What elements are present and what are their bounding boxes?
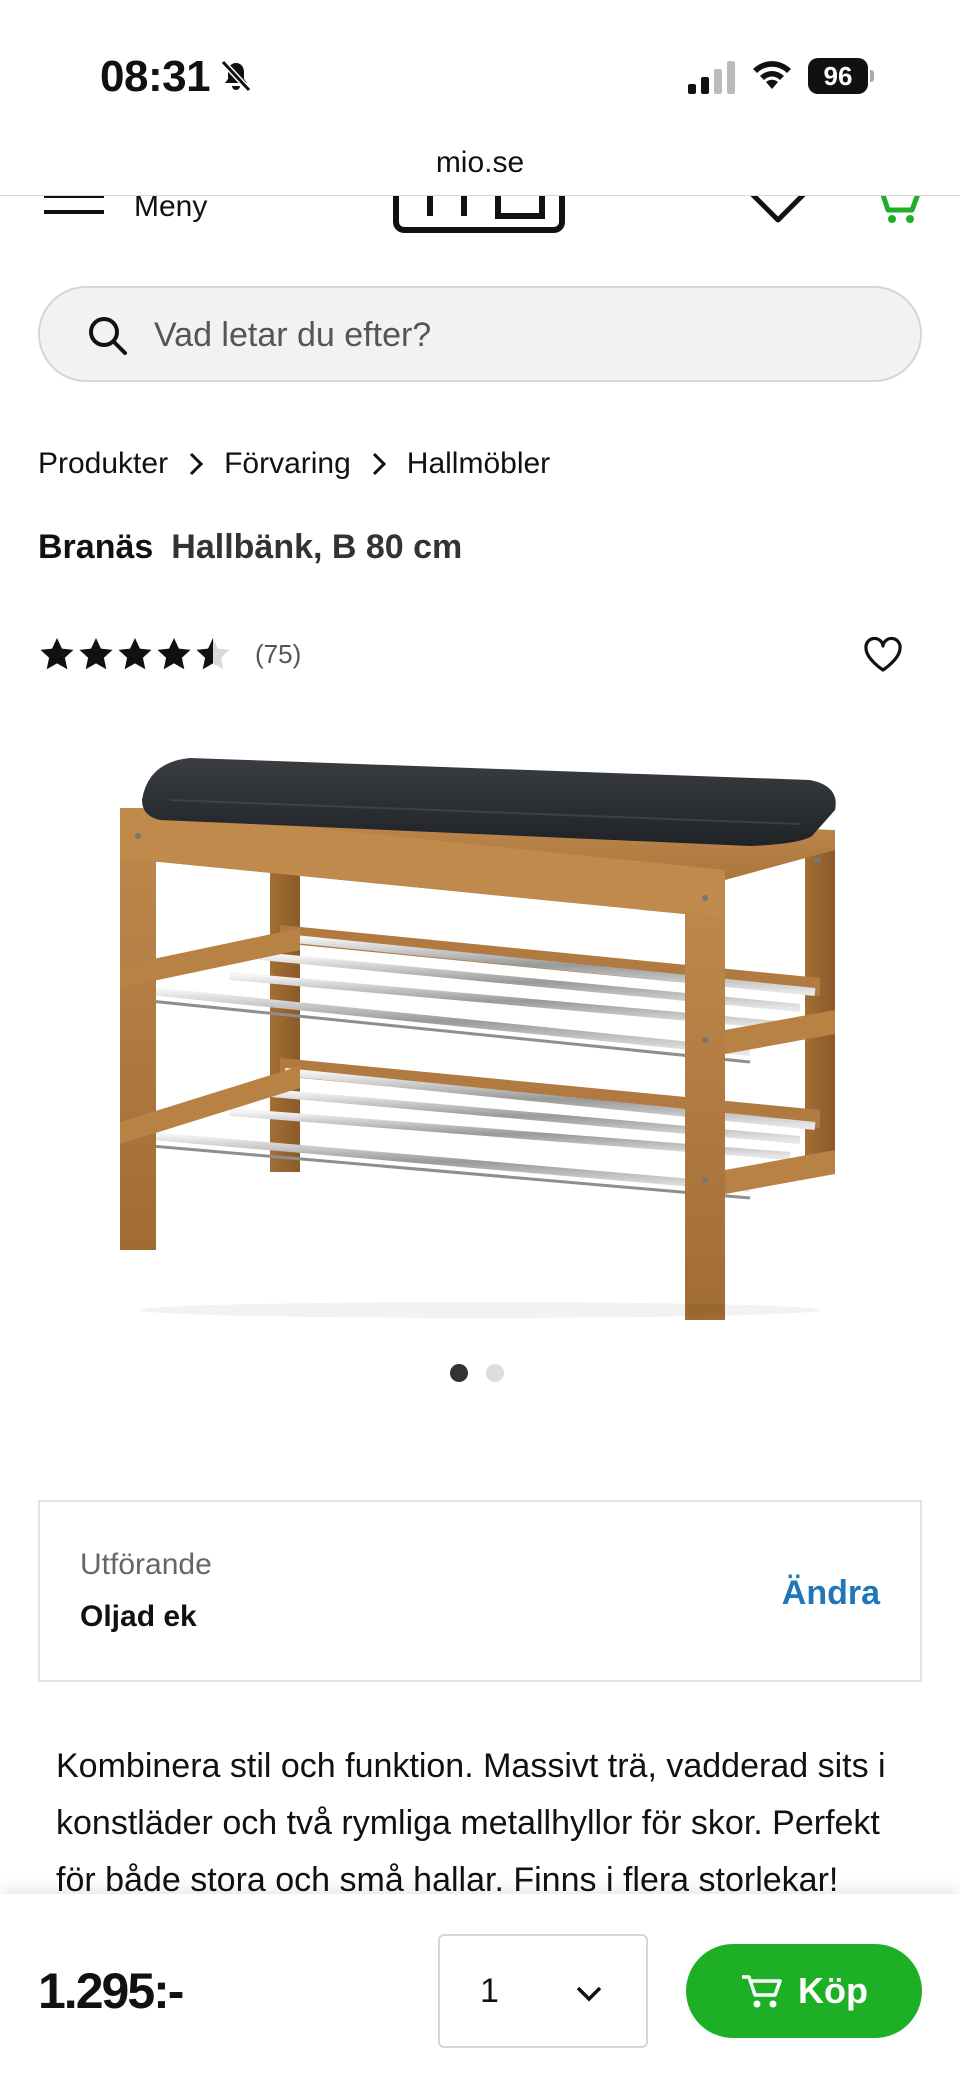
- variant-label: Utförande: [80, 1548, 212, 1581]
- product-brand: Branäs: [38, 528, 154, 566]
- image-carousel-dots: [450, 1364, 504, 1382]
- carousel-dot-1[interactable]: [450, 1364, 468, 1382]
- rating-stars: [38, 636, 233, 672]
- menu-label[interactable]: Meny: [134, 196, 207, 224]
- wifi-icon: [753, 61, 791, 89]
- cellular-signal-icon: [688, 61, 735, 94]
- review-count[interactable]: (75): [255, 639, 301, 670]
- quantity-value: 1: [480, 1972, 499, 2010]
- product-title: Branäs Hallbänk, B 80 cm: [38, 528, 462, 567]
- mio-logo[interactable]: [392, 196, 566, 236]
- cart-icon[interactable]: [872, 196, 922, 226]
- status-time: 08:31: [100, 52, 211, 101]
- carousel-dot-2[interactable]: [486, 1364, 504, 1382]
- cart-icon: [742, 1975, 782, 2008]
- product-description: Kombinera stil och funktion. Massivt trä…: [56, 1747, 886, 1899]
- variant-value: Oljad ek: [80, 1600, 197, 1633]
- breadcrumb-item-hallmobler[interactable]: Hallmöbler: [407, 447, 550, 481]
- quantity-select[interactable]: 1: [438, 1934, 648, 2048]
- star-icon: [79, 638, 113, 670]
- star-icon: [40, 638, 74, 670]
- favorites-heart-icon[interactable]: [748, 196, 808, 226]
- chevron-right-icon: [168, 450, 224, 478]
- product-price: 1.295:-: [38, 1963, 184, 2019]
- browser-url[interactable]: mio.se: [0, 146, 960, 180]
- site-header: Meny: [0, 196, 960, 256]
- breadcrumb-item-forvaring[interactable]: Förvaring: [224, 447, 351, 481]
- search-input[interactable]: [154, 308, 854, 362]
- search-bar[interactable]: [38, 286, 922, 382]
- search-icon: [89, 317, 127, 355]
- breadcrumb-item-produkter[interactable]: Produkter: [38, 447, 168, 481]
- buy-button[interactable]: Köp: [686, 1944, 922, 2038]
- star-icon: [157, 638, 191, 670]
- chevron-right-icon: [351, 450, 407, 478]
- battery-icon: 96: [808, 58, 874, 94]
- wishlist-heart-icon[interactable]: [862, 636, 904, 674]
- change-variant-button[interactable]: Ändra: [782, 1574, 880, 1613]
- buy-bar: 1.295:- 1 Köp: [0, 1894, 960, 2087]
- product-rating[interactable]: (75): [38, 636, 301, 672]
- product-name: Hallbänk, B 80 cm: [171, 528, 463, 566]
- status-bar: 08:31 96 mio.se: [0, 0, 960, 196]
- product-image[interactable]: [100, 740, 870, 1320]
- star-icon: [196, 638, 230, 670]
- hamburger-menu-icon[interactable]: [42, 196, 108, 224]
- battery-level: 96: [808, 58, 868, 94]
- star-icon: [118, 638, 152, 670]
- variant-selector[interactable]: Utförande Oljad ek Ändra: [38, 1500, 922, 1682]
- muted-bell-icon: [220, 59, 252, 93]
- breadcrumb: Produkter Förvaring Hallmöbler: [38, 444, 550, 484]
- buy-button-label: Köp: [798, 1970, 868, 2011]
- chevron-down-icon: [576, 1986, 602, 2002]
